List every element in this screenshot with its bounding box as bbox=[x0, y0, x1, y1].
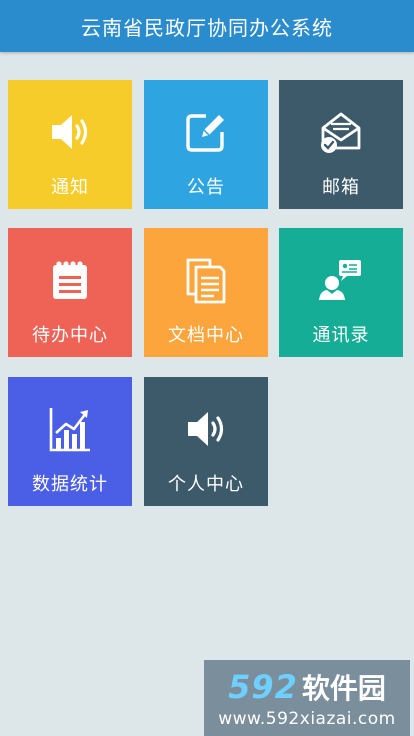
tile-notice[interactable]: 通知 bbox=[8, 80, 132, 209]
watermark-number: 592 bbox=[228, 668, 298, 706]
tile-mailbox[interactable]: 邮箱 bbox=[279, 80, 403, 209]
tile-document-center[interactable]: 文档中心 bbox=[144, 228, 268, 357]
tile-label: 文档中心 bbox=[168, 325, 244, 346]
tile-label: 邮箱 bbox=[322, 177, 360, 198]
tile-label: 通知 bbox=[51, 177, 89, 198]
app-header: 云南省民政厅协同办公系统 bbox=[0, 0, 414, 52]
tile-data-statistics[interactable]: 数据统计 bbox=[8, 377, 132, 506]
watermark-brand: 592 软件园 bbox=[228, 667, 386, 707]
tile-label: 通讯录 bbox=[312, 325, 370, 346]
tile-label: 待办中心 bbox=[32, 325, 108, 346]
contact-icon bbox=[317, 256, 365, 304]
tile-label: 个人中心 bbox=[168, 474, 244, 495]
speaker-icon bbox=[46, 108, 94, 156]
tile-personal-center[interactable]: 个人中心 bbox=[144, 377, 268, 506]
watermark: 592 软件园 www.592xiazai.com bbox=[204, 660, 410, 736]
notepad-icon bbox=[46, 256, 94, 304]
document-icon bbox=[182, 256, 230, 304]
edit-icon bbox=[182, 108, 230, 156]
watermark-text: 软件园 bbox=[301, 672, 386, 705]
speaker-icon bbox=[182, 405, 230, 453]
tile-label: 数据统计 bbox=[32, 474, 108, 495]
tile-label: 公告 bbox=[187, 177, 225, 198]
page-title: 云南省民政厅协同办公系统 bbox=[81, 15, 333, 40]
mail-icon bbox=[317, 108, 365, 156]
tile-announcement[interactable]: 公告 bbox=[144, 80, 268, 209]
tile-todo-center[interactable]: 待办中心 bbox=[8, 228, 132, 357]
tile-contacts[interactable]: 通讯录 bbox=[279, 228, 403, 357]
chart-icon bbox=[46, 405, 94, 453]
watermark-url: www.592xiazai.com bbox=[218, 709, 396, 729]
